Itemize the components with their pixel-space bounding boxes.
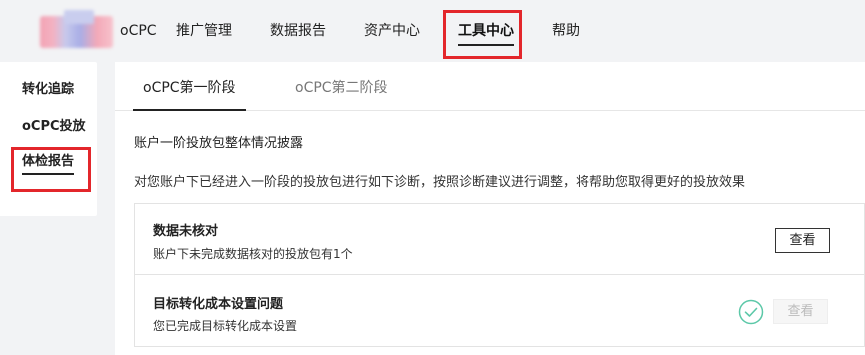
nav-item-tool-center[interactable]: 工具中心 [458,20,514,46]
tab-bar: oCPC第一阶段 oCPC第二阶段 [115,62,865,111]
check-circle-icon [738,299,764,325]
nav-item-asset-center[interactable]: 资产中心 [364,20,420,42]
card-subtitle: 您已完成目标转化成本设置 [153,319,298,333]
section-title: 账户一阶投放包整体情况披露 [134,136,304,151]
brand-logo[interactable] [40,10,113,48]
tab-ocpc-stage-2[interactable]: oCPC第二阶段 [295,79,388,97]
nav-item-ocpc[interactable]: oCPC [120,20,157,42]
nav-item-promotion[interactable]: 推广管理 [176,20,232,42]
top-nav: oCPC 推广管理 数据报告 资产中心 工具中心 帮助 [0,0,865,62]
tab-ocpc-stage-1[interactable]: oCPC第一阶段 [133,79,246,111]
card-title: 目标转化成本设置问题 [153,297,284,312]
diagnosis-card-data-unverified: 数据未核对 账户下未完成数据核对的投放包有1个 查看 [134,203,865,275]
main-panel: oCPC第一阶段 oCPC第二阶段 账户一阶投放包整体情况披露 对您账户下已经进… [115,62,865,355]
nav-item-data-report[interactable]: 数据报告 [270,20,326,42]
view-button[interactable]: 查看 [775,228,830,253]
sidebar-item-conversion-tracking[interactable]: 转化追踪 [22,81,74,99]
nav-item-help[interactable]: 帮助 [552,20,580,42]
card-title: 数据未核对 [153,224,219,239]
diagnosis-card-target-cost: 目标转化成本设置问题 您已完成目标转化成本设置 查看 [134,274,865,347]
sidebar-item-ocpc-delivery[interactable]: oCPC投放 [22,118,86,136]
section-description: 对您账户下已经进入一阶段的投放包进行如下诊断，按照诊断建议进行调整，将帮助您取得… [134,175,746,190]
sidebar: 转化追踪 oCPC投放 体检报告 [0,62,97,216]
view-button-disabled[interactable]: 查看 [773,299,828,324]
sidebar-item-health-report[interactable]: 体检报告 [22,153,75,175]
card-subtitle: 账户下未完成数据核对的投放包有1个 [153,247,353,261]
